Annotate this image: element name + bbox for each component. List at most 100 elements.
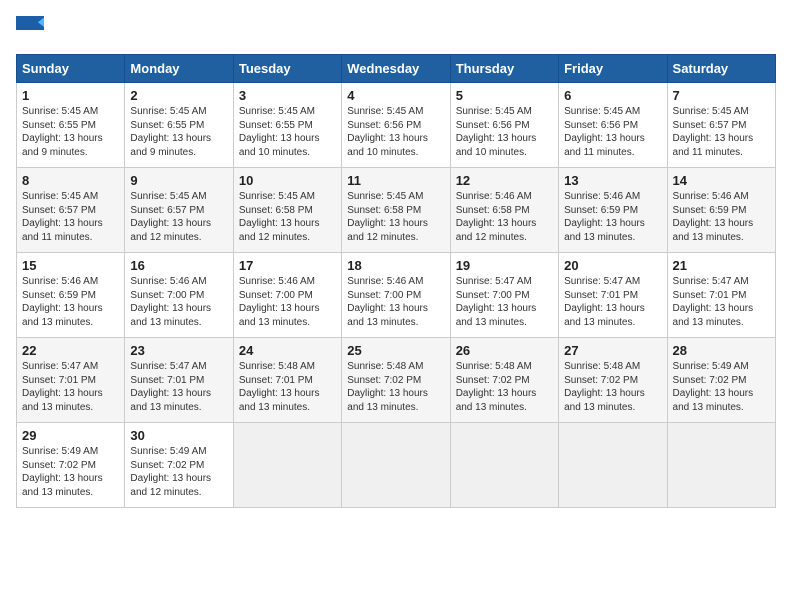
header-day-monday: Monday: [125, 55, 233, 83]
logo-icon: [16, 16, 44, 44]
day-number: 28: [673, 343, 770, 358]
day-number: 15: [22, 258, 119, 273]
day-number: 3: [239, 88, 336, 103]
day-info: Sunrise: 5:47 AMSunset: 7:00 PMDaylight:…: [456, 275, 553, 329]
day-number: 19: [456, 258, 553, 273]
day-info: Sunrise: 5:45 AMSunset: 6:58 PMDaylight:…: [239, 190, 336, 244]
calendar-cell: 14 Sunrise: 5:46 AMSunset: 6:59 PMDayligh…: [667, 168, 775, 253]
calendar-cell: 6Sunrise: 5:45 AMSunset: 6:56 PMDaylight…: [559, 83, 667, 168]
calendar-cell: 15Sunrise: 5:46 AMSunset: 6:59 PMDayligh…: [17, 253, 125, 338]
day-number: 14: [673, 173, 770, 188]
calendar-cell: 7 Sunrise: 5:45 AMSunset: 6:57 PMDaylight…: [667, 83, 775, 168]
calendar-cell: 12Sunrise: 5:46 AMSunset: 6:58 PMDayligh…: [450, 168, 558, 253]
day-info: Sunrise: 5:46 AMSunset: 6:59 PMDaylight:…: [673, 190, 770, 244]
day-number: 7: [673, 88, 770, 103]
day-info: Sunrise: 5:45 AMSunset: 6:56 PMDaylight:…: [347, 105, 444, 159]
day-number: 20: [564, 258, 661, 273]
day-info: Sunrise: 5:46 AMSunset: 6:59 PMDaylight:…: [564, 190, 661, 244]
day-info: Sunrise: 5:46 AMSunset: 7:00 PMDaylight:…: [347, 275, 444, 329]
calendar-table: SundayMondayTuesdayWednesdayThursdayFrid…: [16, 54, 776, 508]
calendar-cell: [342, 423, 450, 508]
logo: [16, 16, 48, 44]
calendar-cell: 13Sunrise: 5:46 AMSunset: 6:59 PMDayligh…: [559, 168, 667, 253]
day-info: Sunrise: 5:47 AMSunset: 7:01 PMDaylight:…: [130, 360, 227, 414]
header-day-wednesday: Wednesday: [342, 55, 450, 83]
day-info: Sunrise: 5:47 AMSunset: 7:01 PMDaylight:…: [564, 275, 661, 329]
calendar-row-1: 1 Sunrise: 5:45 AMSunset: 6:55 PMDaylight…: [17, 83, 776, 168]
calendar-cell: 9 Sunrise: 5:45 AMSunset: 6:57 PMDaylight…: [125, 168, 233, 253]
header-day-sunday: Sunday: [17, 55, 125, 83]
header: [16, 16, 776, 44]
calendar-cell: 20 Sunrise: 5:47 AMSunset: 7:01 PMDayligh…: [559, 253, 667, 338]
day-info: Sunrise: 5:49 AMSunset: 7:02 PMDaylight:…: [130, 445, 227, 499]
day-info: Sunrise: 5:48 AMSunset: 7:01 PMDaylight:…: [239, 360, 336, 414]
calendar-cell: 5Sunrise: 5:45 AMSunset: 6:56 PMDaylight…: [450, 83, 558, 168]
header-row: SundayMondayTuesdayWednesdayThursdayFrid…: [17, 55, 776, 83]
day-info: Sunrise: 5:48 AMSunset: 7:02 PMDaylight:…: [564, 360, 661, 414]
calendar-cell: 25 Sunrise: 5:48 AMSunset: 7:02 PMDayligh…: [342, 338, 450, 423]
calendar-cell: 2 Sunrise: 5:45 AMSunset: 6:55 PMDaylight…: [125, 83, 233, 168]
day-info: Sunrise: 5:47 AMSunset: 7:01 PMDaylight:…: [22, 360, 119, 414]
day-number: 11: [347, 173, 444, 188]
calendar-row-3: 15Sunrise: 5:46 AMSunset: 6:59 PMDayligh…: [17, 253, 776, 338]
calendar-header: SundayMondayTuesdayWednesdayThursdayFrid…: [17, 55, 776, 83]
day-number: 22: [22, 343, 119, 358]
calendar-cell: 16Sunrise: 5:46 AMSunset: 7:00 PMDayligh…: [125, 253, 233, 338]
calendar-cell: 28 Sunrise: 5:49 AMSunset: 7:02 PMDayligh…: [667, 338, 775, 423]
day-info: Sunrise: 5:45 AMSunset: 6:55 PMDaylight:…: [22, 105, 119, 159]
header-day-thursday: Thursday: [450, 55, 558, 83]
calendar-cell: 10 Sunrise: 5:45 AMSunset: 6:58 PMDayligh…: [233, 168, 341, 253]
day-info: Sunrise: 5:45 AMSunset: 6:56 PMDaylight:…: [456, 105, 553, 159]
header-day-friday: Friday: [559, 55, 667, 83]
day-info: Sunrise: 5:45 AMSunset: 6:57 PMDaylight:…: [130, 190, 227, 244]
day-info: Sunrise: 5:48 AMSunset: 7:02 PMDaylight:…: [347, 360, 444, 414]
day-info: Sunrise: 5:45 AMSunset: 6:55 PMDaylight:…: [239, 105, 336, 159]
calendar-cell: 21 Sunrise: 5:47 AMSunset: 7:01 PMDayligh…: [667, 253, 775, 338]
day-info: Sunrise: 5:46 AMSunset: 7:00 PMDaylight:…: [130, 275, 227, 329]
calendar-body: 1 Sunrise: 5:45 AMSunset: 6:55 PMDaylight…: [17, 83, 776, 508]
day-number: 10: [239, 173, 336, 188]
day-number: 6: [564, 88, 661, 103]
day-info: Sunrise: 5:47 AMSunset: 7:01 PMDaylight:…: [673, 275, 770, 329]
calendar-cell: 17 Sunrise: 5:46 AMSunset: 7:00 PMDayligh…: [233, 253, 341, 338]
day-info: Sunrise: 5:49 AMSunset: 7:02 PMDaylight:…: [673, 360, 770, 414]
calendar-cell: [667, 423, 775, 508]
day-number: 26: [456, 343, 553, 358]
calendar-cell: 23Sunrise: 5:47 AMSunset: 7:01 PMDayligh…: [125, 338, 233, 423]
calendar-row-4: 22 Sunrise: 5:47 AMSunset: 7:01 PMDayligh…: [17, 338, 776, 423]
day-number: 18: [347, 258, 444, 273]
day-info: Sunrise: 5:45 AMSunset: 6:55 PMDaylight:…: [130, 105, 227, 159]
calendar-cell: 26 Sunrise: 5:48 AMSunset: 7:02 PMDayligh…: [450, 338, 558, 423]
day-number: 1: [22, 88, 119, 103]
calendar-cell: 18 Sunrise: 5:46 AMSunset: 7:00 PMDayligh…: [342, 253, 450, 338]
calendar-cell: 30Sunrise: 5:49 AMSunset: 7:02 PMDayligh…: [125, 423, 233, 508]
day-number: 9: [130, 173, 227, 188]
day-info: Sunrise: 5:45 AMSunset: 6:57 PMDaylight:…: [673, 105, 770, 159]
day-number: 17: [239, 258, 336, 273]
day-number: 2: [130, 88, 227, 103]
calendar-cell: 3 Sunrise: 5:45 AMSunset: 6:55 PMDaylight…: [233, 83, 341, 168]
calendar-cell: [450, 423, 558, 508]
calendar-row-5: 29Sunrise: 5:49 AMSunset: 7:02 PMDayligh…: [17, 423, 776, 508]
day-number: 8: [22, 173, 119, 188]
calendar-cell: 1 Sunrise: 5:45 AMSunset: 6:55 PMDaylight…: [17, 83, 125, 168]
calendar-cell: 24 Sunrise: 5:48 AMSunset: 7:01 PMDayligh…: [233, 338, 341, 423]
calendar-cell: 4Sunrise: 5:45 AMSunset: 6:56 PMDaylight…: [342, 83, 450, 168]
calendar-cell: 19 Sunrise: 5:47 AMSunset: 7:00 PMDayligh…: [450, 253, 558, 338]
day-info: Sunrise: 5:48 AMSunset: 7:02 PMDaylight:…: [456, 360, 553, 414]
day-number: 25: [347, 343, 444, 358]
calendar-cell: 27Sunrise: 5:48 AMSunset: 7:02 PMDayligh…: [559, 338, 667, 423]
day-number: 21: [673, 258, 770, 273]
calendar-cell: 11 Sunrise: 5:45 AMSunset: 6:58 PMDayligh…: [342, 168, 450, 253]
calendar-cell: [559, 423, 667, 508]
calendar-cell: [233, 423, 341, 508]
header-day-saturday: Saturday: [667, 55, 775, 83]
day-info: Sunrise: 5:46 AMSunset: 7:00 PMDaylight:…: [239, 275, 336, 329]
day-info: Sunrise: 5:45 AMSunset: 6:58 PMDaylight:…: [347, 190, 444, 244]
calendar-cell: 22 Sunrise: 5:47 AMSunset: 7:01 PMDayligh…: [17, 338, 125, 423]
calendar-row-2: 8 Sunrise: 5:45 AMSunset: 6:57 PMDaylight…: [17, 168, 776, 253]
day-info: Sunrise: 5:45 AMSunset: 6:57 PMDaylight:…: [22, 190, 119, 244]
day-info: Sunrise: 5:49 AMSunset: 7:02 PMDaylight:…: [22, 445, 119, 499]
day-number: 24: [239, 343, 336, 358]
day-info: Sunrise: 5:46 AMSunset: 6:58 PMDaylight:…: [456, 190, 553, 244]
